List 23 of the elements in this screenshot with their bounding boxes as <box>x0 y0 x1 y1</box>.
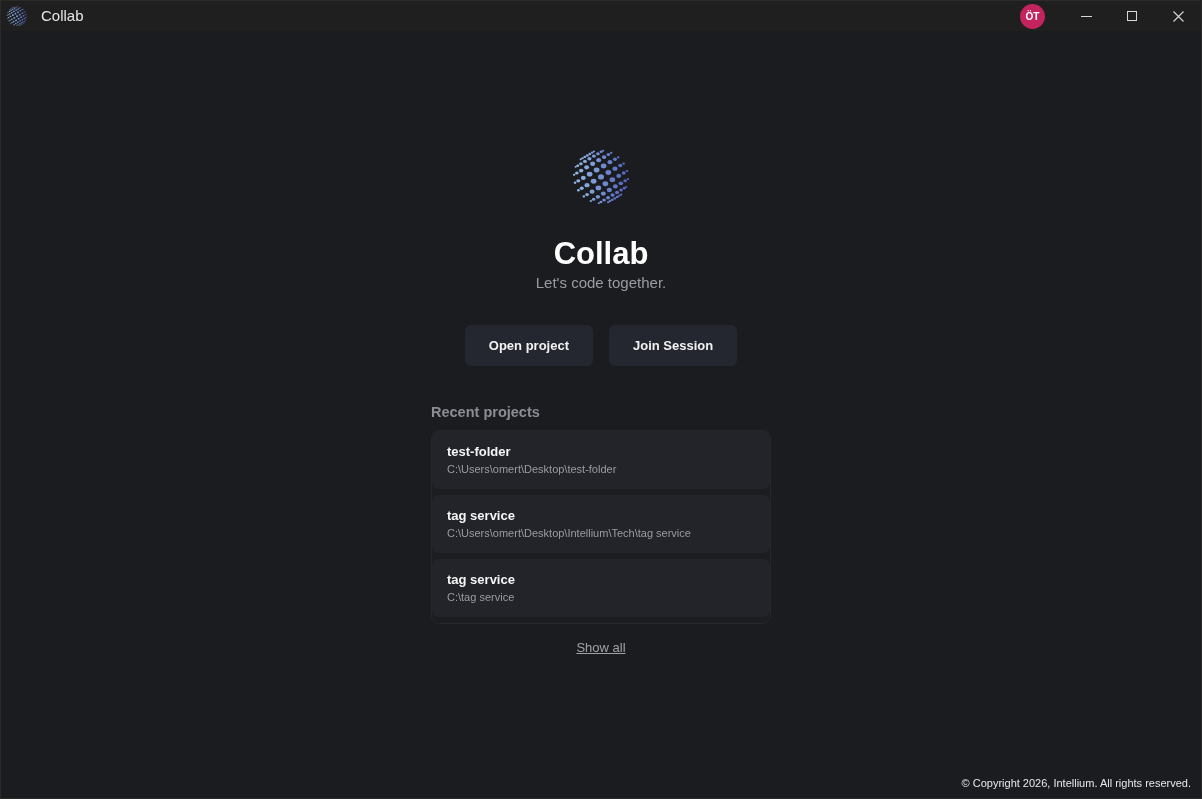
dotted-sphere-logo <box>571 149 631 205</box>
project-path: C:\Users\omert\Desktop\test-folder <box>447 461 617 477</box>
project-path: C:\tag service <box>447 589 515 605</box>
dotted-sphere-app-icon <box>6 5 28 27</box>
project-name: test-folder <box>447 442 511 460</box>
window-title: Collab <box>41 7 84 25</box>
project-path: C:\Users\omert\Desktop\Intellium\Tech\tag service <box>447 525 691 541</box>
user-avatar[interactable]: ÖT <box>1020 3 1045 29</box>
project-card[interactable]: test-folder C:\Users\omert\Desktop\test-folder <box>432 430 770 489</box>
project-name: tag service <box>447 506 515 524</box>
project-card[interactable]: tag service C:\tag service <box>432 558 770 617</box>
project-card[interactable]: tag service C:\Users\omert\Desktop\Intellium\Tech\tag service <box>432 494 770 553</box>
open-project-button[interactable]: Open project <box>464 324 593 366</box>
app-title: Collab <box>553 234 649 273</box>
maximize-icon <box>1127 11 1137 21</box>
copyright-text: © Copyright 2026, Intellium. All rights reserved. <box>961 776 1192 791</box>
tagline: Let's code together. <box>535 272 667 293</box>
close-icon <box>1172 10 1184 22</box>
join-session-button[interactable]: Join Session <box>609 324 738 366</box>
recent-projects-heading: Recent projects <box>431 402 541 422</box>
project-name: tag service <box>447 570 515 588</box>
show-all-link[interactable]: Show all <box>576 638 626 656</box>
minimize-icon <box>1080 15 1092 17</box>
